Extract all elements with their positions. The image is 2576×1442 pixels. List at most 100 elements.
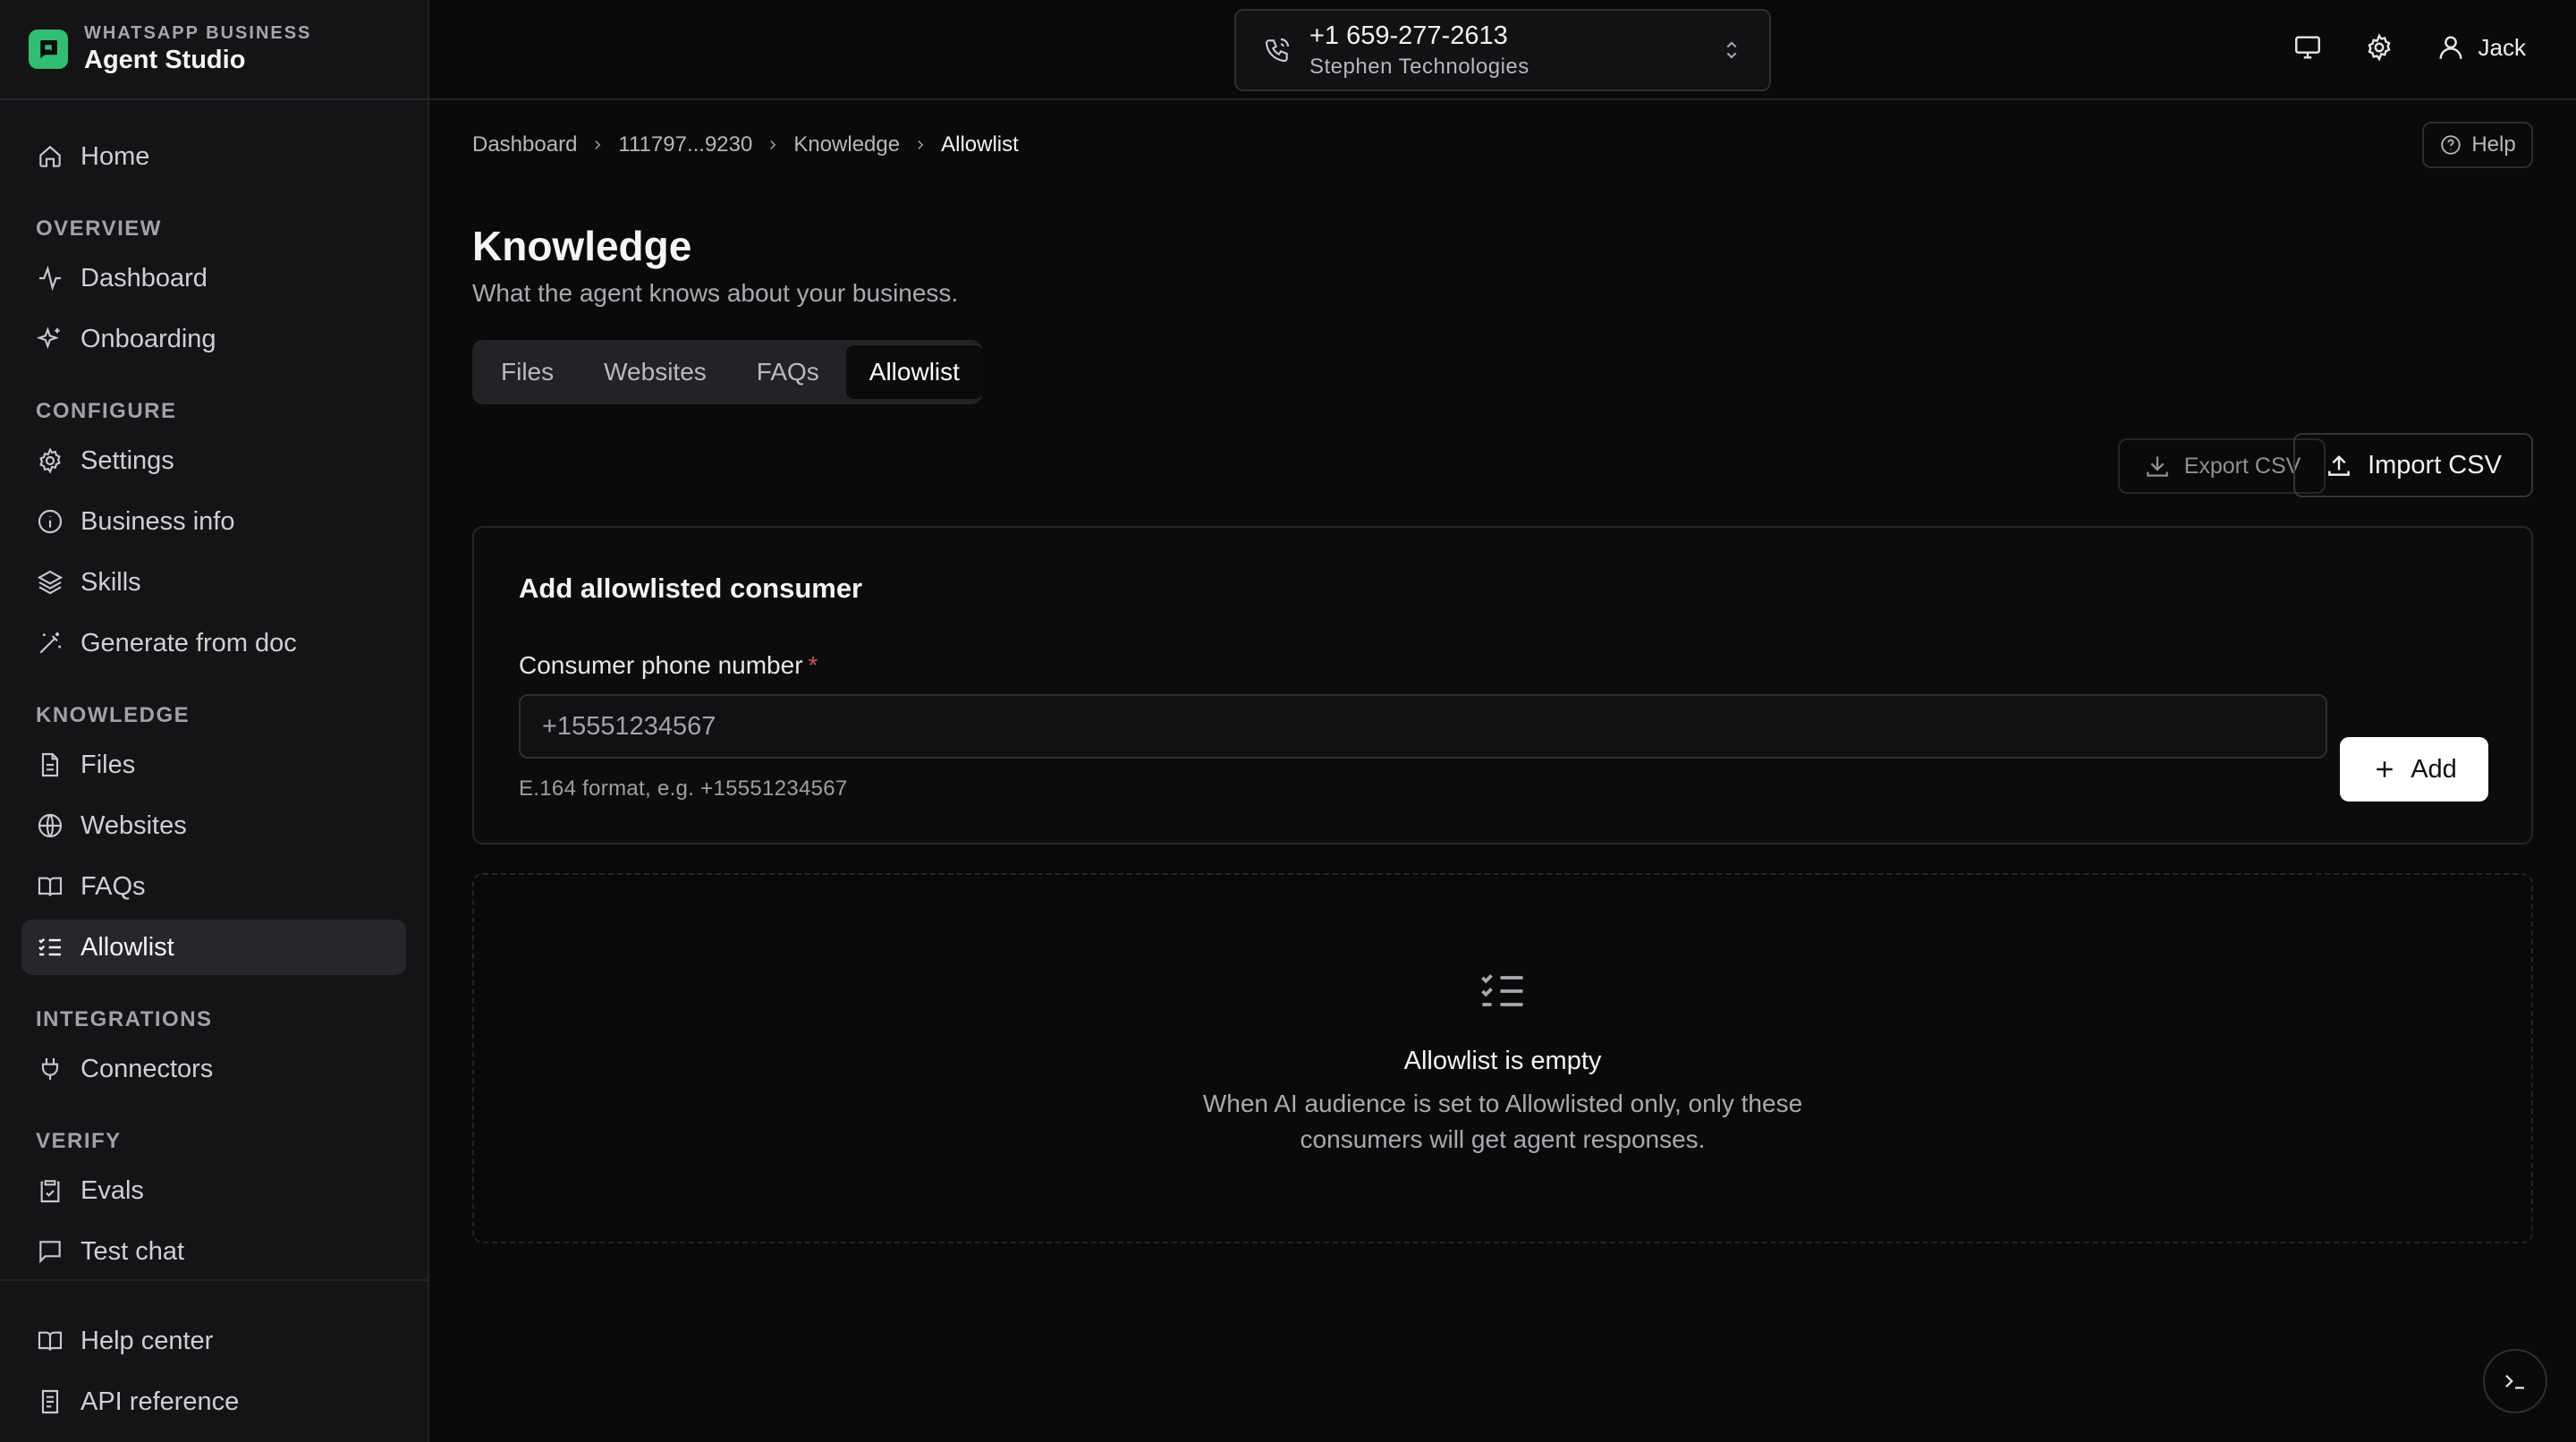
breadcrumb-knowledge[interactable]: Knowledge (793, 132, 900, 157)
sidebar-item-files[interactable]: Files (21, 737, 406, 793)
upload-icon (2328, 454, 2350, 476)
gear-icon[interactable] (2364, 32, 2394, 63)
page-subtitle: What the agent knows about your business… (472, 279, 959, 307)
required-marker: * (808, 651, 818, 679)
sidebar-item-label: Help center (80, 1326, 214, 1355)
monitor-icon[interactable] (2292, 32, 2323, 63)
info-icon (38, 509, 63, 534)
import-csv-label: Import CSV (2368, 450, 2502, 479)
globe-icon (38, 813, 63, 838)
selected-phone-number: +1 659-277-2613 (1309, 21, 1508, 50)
breadcrumb-account[interactable]: 111797...9230 (618, 132, 752, 157)
allowlist-empty-state: Allowlist is empty When AI audience is s… (472, 873, 2533, 1243)
clipboard-check-icon (40, 1180, 60, 1203)
sidebar-item-connectors[interactable]: Connectors (21, 1041, 406, 1097)
brand[interactable]: WHATSAPP BUSINESS Agent Studio (0, 0, 428, 100)
tab-allowlist[interactable]: Allowlist (845, 345, 983, 399)
sidebar-item-label: Skills (80, 567, 141, 597)
sidebar-item-websites[interactable]: Websites (21, 798, 406, 853)
chevron-right-icon (770, 140, 776, 150)
sidebar-item-label: Home (80, 141, 150, 171)
consumer-phone-input[interactable] (519, 694, 2327, 759)
selected-company: Stephen Technologies (1309, 54, 1530, 79)
sidebar-item-skills[interactable]: Skills (21, 555, 406, 610)
sidebar-item-dashboard[interactable]: Dashboard (21, 250, 406, 306)
sidebar-item-allowlist[interactable]: Allowlist (21, 920, 406, 975)
import-csv-button[interactable]: Import CSV (2293, 433, 2533, 497)
sidebar-item-evals[interactable]: Evals (21, 1163, 406, 1218)
gear-icon (39, 447, 61, 474)
sidebar-item-label: Settings (80, 445, 174, 475)
phone-field-hint: E.164 format, e.g. +15551234567 (519, 776, 848, 801)
sidebar-item-home[interactable]: Home (21, 129, 406, 184)
tab-websites[interactable]: Websites (580, 345, 730, 399)
sparkles-icon (36, 327, 60, 350)
book-open-icon (38, 877, 63, 896)
sidebar-item-label: Test chat (80, 1236, 185, 1266)
breadcrumb-current: Allowlist (941, 132, 1019, 157)
add-consumer-card: Add allowlisted consumer Consumer phone … (472, 526, 2533, 844)
tab-faqs[interactable]: FAQs (733, 345, 843, 399)
sidebar-item-business-info[interactable]: Business info (21, 494, 406, 549)
breadcrumb-dashboard[interactable]: Dashboard (472, 132, 577, 157)
list-checks-icon (1481, 974, 1523, 1006)
sidebar-item-faqs[interactable]: FAQs (21, 859, 406, 914)
user-menu[interactable]: Jack (2436, 32, 2526, 63)
sidebar-item-api-reference[interactable]: API reference (21, 1374, 406, 1429)
help-label: Help (2471, 132, 2516, 157)
phone-number-selector[interactable]: +1 659-277-2613 Stephen Technologies (1234, 9, 1771, 91)
sidebar-item-label: Evals (80, 1175, 144, 1205)
sidebar-item-settings[interactable]: Settings (21, 433, 406, 488)
brand-subtitle: WHATSAPP BUSINESS (84, 23, 312, 43)
sidebar-item-label: Files (80, 750, 136, 779)
phone-field-label-text: Consumer phone number (519, 651, 803, 679)
sidebar-item-help-center[interactable]: Help center (21, 1313, 406, 1369)
tab-files[interactable]: Files (478, 345, 577, 399)
sidebar: WHATSAPP BUSINESS Agent Studio Home OVER… (0, 0, 429, 1442)
empty-state-description: When AI audience is set to Allowlisted o… (1202, 1090, 1803, 1153)
sidebar-item-label: Onboarding (80, 324, 216, 353)
chevron-right-icon (595, 140, 601, 150)
phone-icon (1265, 38, 1290, 63)
sidebar-item-test-chat[interactable]: Test chat (21, 1224, 406, 1279)
plus-icon (2377, 761, 2393, 777)
phone-field-label: Consumer phone number * (519, 651, 818, 680)
chevron-right-icon (918, 140, 924, 150)
sidebar-footer: Help center API reference (0, 1279, 428, 1442)
page-title: Knowledge (472, 223, 692, 269)
whatsapp-logo-icon (29, 30, 68, 69)
sidebar-item-onboarding[interactable]: Onboarding (21, 311, 406, 367)
sidebar-item-label: Dashboard (80, 263, 208, 293)
terminal-button[interactable] (2483, 1349, 2547, 1413)
list-checks-icon (38, 937, 61, 956)
add-label: Add (2411, 754, 2457, 784)
sidebar-item-label: FAQs (80, 871, 146, 901)
add-consumer-button[interactable]: Add (2340, 737, 2488, 802)
section-verify: VERIFY (36, 1129, 122, 1153)
user-icon (2438, 36, 2462, 59)
sidebar-item-label: Business info (80, 506, 235, 536)
help-button[interactable]: Help (2422, 122, 2533, 168)
knowledge-tabs: Files Websites FAQs Allowlist (472, 340, 983, 404)
top-bar: +1 659-277-2613 Stephen Technologies Jac… (429, 0, 2576, 100)
section-knowledge: KNOWLEDGE (36, 703, 191, 727)
section-configure: CONFIGURE (36, 399, 177, 423)
empty-state-title: Allowlist is empty (1403, 1047, 1602, 1075)
breadcrumb: Dashboard 111797...9230 Knowledge Allowl… (472, 132, 1019, 157)
user-name: Jack (2478, 33, 2526, 61)
app-root: WHATSAPP BUSINESS Agent Studio Home OVER… (0, 0, 2576, 1442)
main-content: Dashboard 111797...9230 Knowledge Allowl… (429, 100, 2576, 1442)
sidebar-item-label: Websites (80, 810, 187, 840)
section-integrations: INTEGRATIONS (36, 1007, 213, 1031)
export-csv-label: Export CSV (2183, 453, 2301, 479)
sidebar-item-generate-from-doc[interactable]: Generate from doc (21, 615, 406, 671)
sidebar-item-label: Allowlist (80, 932, 174, 962)
help-circle-icon (2441, 135, 2461, 155)
file-text-icon (41, 1389, 59, 1414)
top-bar-actions: Jack (2292, 32, 2526, 63)
card-title: Add allowlisted consumer (519, 573, 863, 604)
book-open-icon (38, 1331, 63, 1351)
download-icon (2146, 456, 2168, 477)
home-icon (39, 145, 61, 167)
magic-wand-icon (39, 632, 61, 654)
